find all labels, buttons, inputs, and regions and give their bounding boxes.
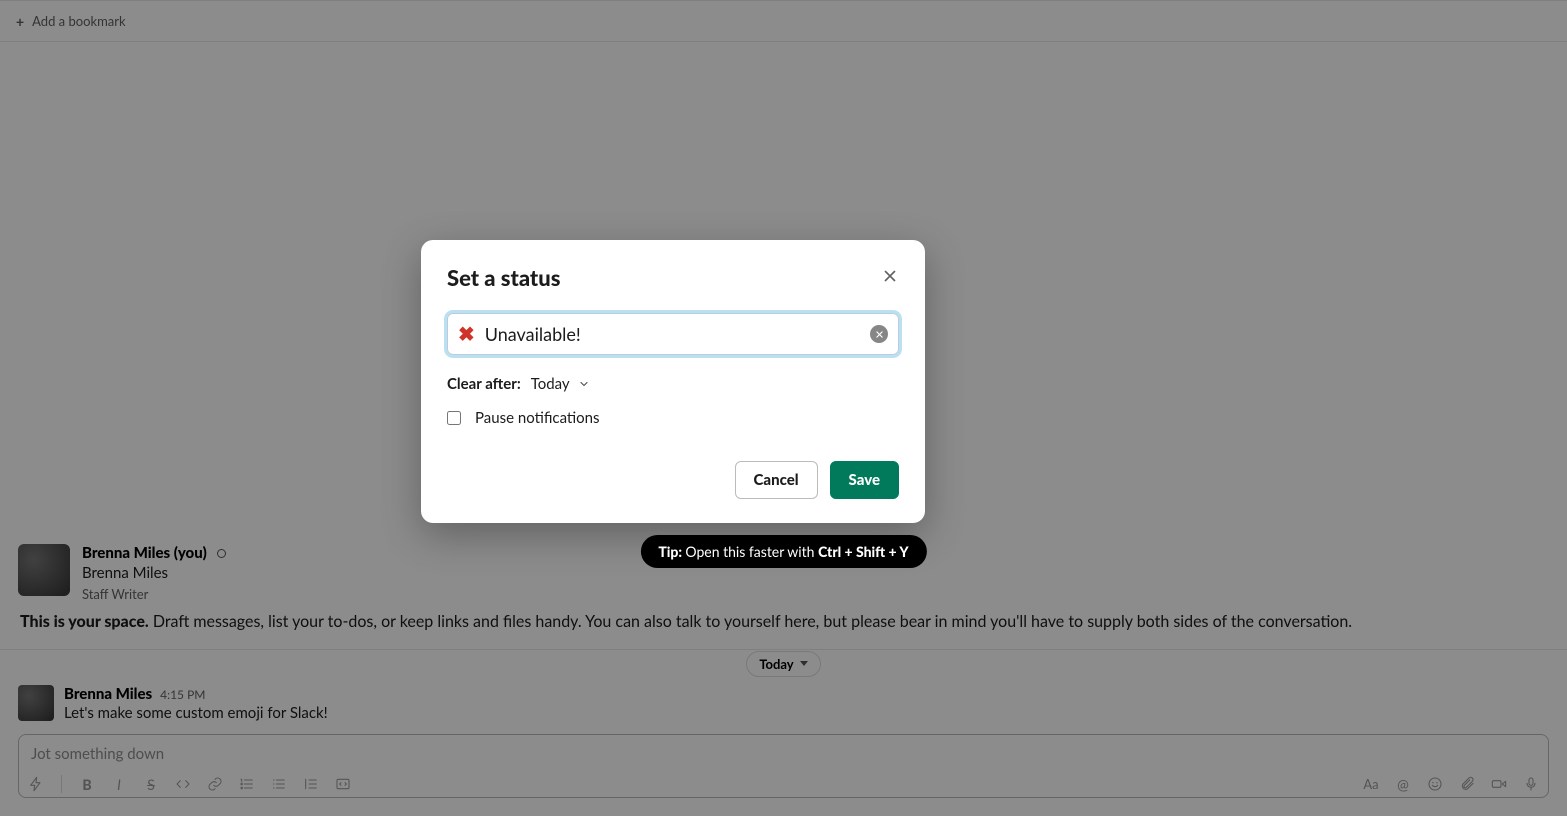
save-button[interactable]: Save <box>830 461 899 499</box>
close-icon <box>881 267 899 285</box>
cancel-button[interactable]: Cancel <box>735 461 818 499</box>
status-input[interactable] <box>485 323 870 345</box>
clear-after-label: Clear after: <box>447 375 521 393</box>
modal-title: Set a status <box>447 264 560 291</box>
status-emoji-icon[interactable]: ✖ <box>458 322 475 346</box>
clear-status-button[interactable] <box>870 325 888 343</box>
tip-prefix: Tip: <box>658 543 685 560</box>
clear-after-value: Today <box>531 375 570 393</box>
tip-tooltip: Tip: Open this faster with Ctrl + Shift … <box>640 535 926 568</box>
clear-after-dropdown[interactable]: Today <box>531 375 590 393</box>
set-status-modal: Set a status ✖ Clear after: Today Pause … <box>421 240 925 523</box>
x-icon <box>875 330 884 339</box>
pause-notifications-checkbox[interactable] <box>447 411 461 425</box>
status-field[interactable]: ✖ <box>447 313 899 355</box>
tip-text: Open this faster with <box>685 543 818 560</box>
pause-notifications-label: Pause notifications <box>475 409 600 427</box>
pause-notifications-row[interactable]: Pause notifications <box>447 409 899 427</box>
close-button[interactable] <box>881 267 899 288</box>
tip-shortcut: Ctrl + Shift + Y <box>818 543 909 560</box>
chevron-down-icon <box>578 378 590 390</box>
